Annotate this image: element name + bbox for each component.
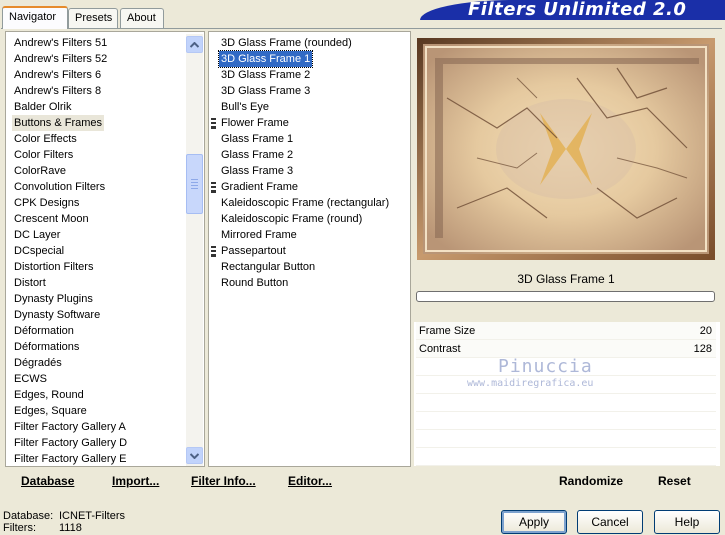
preview-filter-name: 3D Glass Frame 1 bbox=[517, 272, 615, 286]
filter-item[interactable]: 3D Glass Frame 2 bbox=[219, 67, 312, 83]
filter-item[interactable]: 3D Glass Frame 3 bbox=[219, 83, 312, 99]
category-item[interactable]: ECWS bbox=[12, 371, 49, 387]
scroll-thumb[interactable] bbox=[186, 154, 203, 214]
tab-panel-border bbox=[1, 28, 722, 30]
filter-item[interactable]: 3D Glass Frame (rounded) bbox=[219, 35, 354, 51]
category-item[interactable]: Distortion Filters bbox=[12, 259, 95, 275]
group-marker-icon bbox=[211, 246, 216, 257]
category-item[interactable]: Color Effects bbox=[12, 131, 79, 147]
category-item[interactable]: Distort bbox=[12, 275, 48, 291]
filter-item[interactable]: Glass Frame 1 bbox=[219, 131, 295, 147]
filter-item[interactable]: 3D Glass Frame 1 bbox=[217, 50, 314, 68]
filter-list[interactable]: 3D Glass Frame (rounded) 3D Glass Frame 1… bbox=[208, 31, 411, 467]
category-scrollbar[interactable] bbox=[186, 34, 203, 466]
category-item[interactable]: Convolution Filters bbox=[12, 179, 107, 195]
category-item[interactable]: Edges, Square bbox=[12, 403, 89, 419]
filter-item[interactable]: Glass Frame 2 bbox=[219, 147, 295, 163]
category-item[interactable]: Filter Factory Gallery D bbox=[12, 435, 129, 451]
category-item[interactable]: Dynasty Plugins bbox=[12, 291, 95, 307]
category-item[interactable]: Andrew's Filters 8 bbox=[12, 83, 103, 99]
category-item[interactable]: Buttons & Frames bbox=[12, 115, 105, 131]
category-item[interactable]: CPK Designs bbox=[12, 195, 81, 211]
category-item[interactable]: Andrew's Filters 52 bbox=[12, 51, 109, 67]
category-item[interactable]: Andrew's Filters 51 bbox=[12, 35, 109, 51]
watermark-url: www.maidiregrafica.eu bbox=[467, 378, 594, 389]
param-label: Contrast bbox=[419, 343, 461, 355]
param-row-empty bbox=[416, 448, 716, 466]
category-item[interactable]: Déformations bbox=[12, 339, 81, 355]
param-value[interactable]: 20 bbox=[700, 322, 712, 340]
filter-item[interactable]: Gradient Frame bbox=[219, 179, 300, 195]
category-item[interactable]: Filter Factory Gallery E bbox=[12, 451, 128, 467]
import-link[interactable]: Import... bbox=[112, 474, 159, 488]
param-value[interactable]: 128 bbox=[694, 340, 712, 358]
right-link-bar: Randomize Reset bbox=[414, 467, 720, 495]
preview-image bbox=[417, 38, 715, 260]
category-item[interactable]: Crescent Moon bbox=[12, 211, 91, 227]
progress-bar bbox=[416, 291, 715, 302]
chevron-up-icon bbox=[190, 41, 199, 48]
chevron-down-icon bbox=[190, 452, 199, 459]
param-row-empty bbox=[416, 394, 716, 412]
filter-item[interactable]: Bull's Eye bbox=[219, 99, 271, 115]
category-item[interactable]: Filter Factory Gallery A bbox=[12, 419, 128, 435]
filter-item[interactable]: Rectangular Button bbox=[219, 259, 317, 275]
tab-about[interactable]: About bbox=[120, 8, 164, 28]
filter-info-link[interactable]: Filter Info... bbox=[191, 474, 256, 488]
filter-item[interactable]: Glass Frame 3 bbox=[219, 163, 295, 179]
param-row-frame-size[interactable]: Frame Size 20 bbox=[416, 322, 716, 340]
param-row-empty bbox=[416, 430, 716, 448]
database-link[interactable]: Database bbox=[21, 474, 74, 488]
category-item[interactable]: Dégradés bbox=[12, 355, 64, 371]
cancel-button[interactable]: Cancel bbox=[577, 510, 643, 534]
category-item[interactable]: Color Filters bbox=[12, 147, 75, 163]
filter-item[interactable]: Mirrored Frame bbox=[219, 227, 299, 243]
param-label: Frame Size bbox=[419, 325, 476, 337]
left-link-bar: Database Import... Filter Info... Editor… bbox=[5, 467, 411, 495]
status-database-label: Database: bbox=[3, 510, 54, 522]
filter-item[interactable]: Passepartout bbox=[219, 243, 288, 259]
category-item[interactable]: Edges, Round bbox=[12, 387, 86, 403]
editor-link[interactable]: Editor... bbox=[288, 474, 332, 488]
category-list[interactable]: Andrew's Filters 51 Andrew's Filters 52 An… bbox=[5, 31, 205, 467]
randomize-link[interactable]: Randomize bbox=[559, 474, 623, 488]
status-filters-label: Filters: bbox=[3, 522, 36, 534]
param-row-empty bbox=[416, 412, 716, 430]
category-item[interactable]: DC Layer bbox=[12, 227, 62, 243]
filter-item[interactable]: Flower Frame bbox=[219, 115, 291, 131]
filter-item[interactable]: Kaleidoscopic Frame (rectangular) bbox=[219, 195, 391, 211]
category-item[interactable]: DCspecial bbox=[12, 243, 66, 259]
preview-graphic bbox=[417, 38, 715, 260]
group-marker-icon bbox=[211, 182, 216, 193]
help-button[interactable]: Help bbox=[654, 510, 720, 534]
apply-button[interactable]: Apply bbox=[501, 510, 567, 534]
filter-item[interactable]: Round Button bbox=[219, 275, 290, 291]
reset-link[interactable]: Reset bbox=[658, 474, 691, 488]
category-item[interactable]: ColorRave bbox=[12, 163, 68, 179]
status-filters-value: 1118 bbox=[59, 522, 82, 534]
category-item[interactable]: Balder Olrik bbox=[12, 99, 73, 115]
scroll-up-button[interactable] bbox=[186, 36, 203, 53]
filter-item[interactable]: Kaleidoscopic Frame (round) bbox=[219, 211, 364, 227]
tab-navigator[interactable]: Navigator bbox=[2, 6, 68, 29]
category-item[interactable]: Déformation bbox=[12, 323, 76, 339]
tab-presets[interactable]: Presets bbox=[68, 8, 118, 28]
category-item[interactable]: Andrew's Filters 6 bbox=[12, 67, 103, 83]
scroll-down-button[interactable] bbox=[186, 447, 203, 464]
category-item[interactable]: Dynasty Software bbox=[12, 307, 102, 323]
group-marker-icon bbox=[211, 118, 216, 129]
status-database-value: ICNET-Filters bbox=[59, 510, 125, 522]
watermark-name: Pinuccia bbox=[498, 356, 593, 377]
app-title: Filters Unlimited 2.0 bbox=[468, 0, 687, 20]
